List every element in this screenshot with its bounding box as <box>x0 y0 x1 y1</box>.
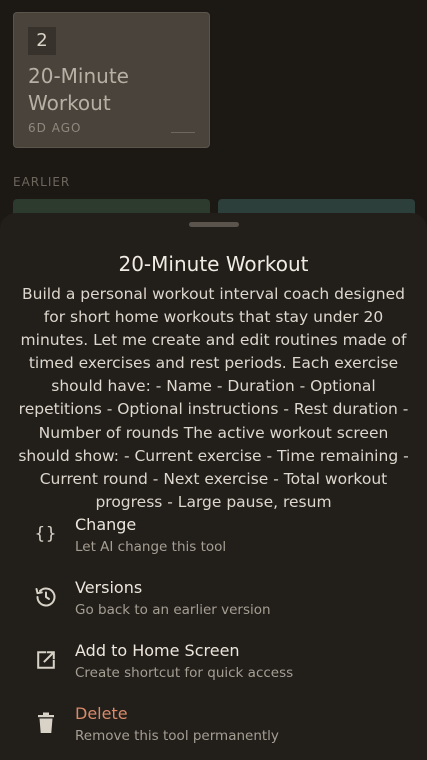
card-number-badge: 2 <box>28 27 56 55</box>
sheet-title: 20-Minute Workout <box>118 252 309 276</box>
history-icon <box>33 584 59 610</box>
delete-menu-item[interactable]: Delete Remove this tool permanently <box>0 702 427 758</box>
tool-card[interactable]: 2 20-Minute Workout 6D AGO <box>13 12 210 148</box>
bottom-sheet: 20-Minute Workout Build a personal worko… <box>0 213 427 760</box>
change-menu-item[interactable]: {} Change Let AI change this tool <box>0 513 427 569</box>
tool-description: Build a personal workout interval coach … <box>18 285 409 511</box>
add-to-home-description: Create shortcut for quick access <box>75 665 294 681</box>
change-description: Let AI change this tool <box>75 539 227 555</box>
braces-icon: {} <box>34 524 58 544</box>
change-label: Change <box>75 515 137 534</box>
delete-label: Delete <box>75 704 128 723</box>
card-divider <box>171 132 195 133</box>
trash-icon <box>33 710 59 736</box>
versions-menu-item[interactable]: Versions Go back to an earlier version <box>0 576 427 632</box>
section-label-earlier: EARLIER <box>13 175 71 189</box>
card-title: 20-Minute Workout <box>28 64 129 115</box>
external-link-icon <box>33 647 59 673</box>
versions-label: Versions <box>75 578 143 597</box>
add-to-home-menu-item[interactable]: Add to Home Screen Create shortcut for q… <box>0 639 427 695</box>
card-date: 6D AGO <box>28 121 82 135</box>
versions-description: Go back to an earlier version <box>75 602 271 618</box>
drag-handle[interactable] <box>189 222 239 227</box>
add-to-home-label: Add to Home Screen <box>75 641 240 660</box>
delete-description: Remove this tool permanently <box>75 728 279 744</box>
